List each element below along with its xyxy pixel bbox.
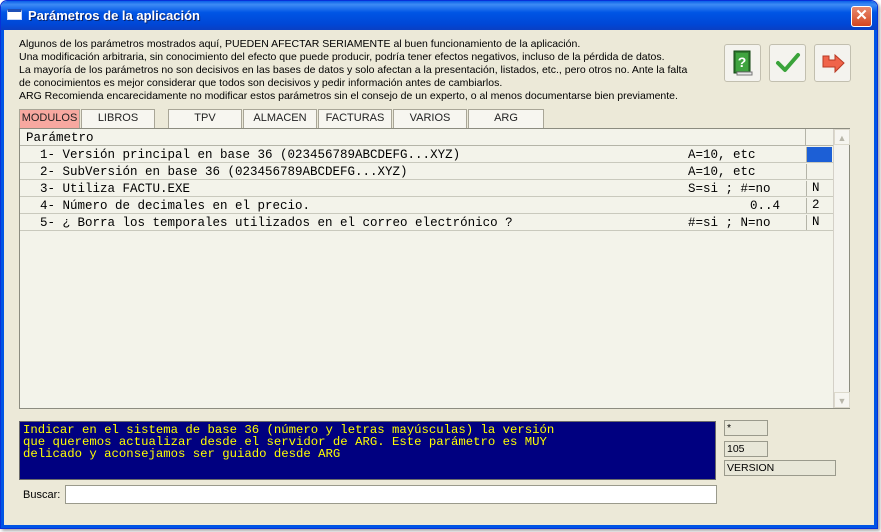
grid-header-label: Parámetro: [26, 131, 94, 145]
parameter-name-field: VERSION: [724, 460, 836, 476]
table-row[interactable]: 4- Número de decimales en el precio. 0..…: [20, 198, 833, 214]
chevron-down-icon: ▼: [837, 396, 847, 406]
tab-modulos[interactable]: MODULOS: [19, 109, 80, 128]
tab-libros[interactable]: LIBROS: [81, 109, 155, 128]
number-field: 105: [724, 441, 768, 457]
scroll-up-button[interactable]: ▲: [834, 129, 850, 145]
param-description: 4- Número de decimales en el precio.: [40, 199, 311, 213]
tab-arg[interactable]: ARG: [468, 109, 544, 128]
param-description: 3- Utiliza FACTU.EXE: [40, 182, 191, 196]
table-row[interactable]: 2- SubVersión en base 36 (023456789ABCDE…: [20, 164, 833, 180]
column-separator: [805, 129, 806, 146]
parameter-help-text: Indicar en el sistema de base 36 (número…: [19, 421, 716, 480]
close-button[interactable]: ✕: [851, 6, 872, 27]
window-title: Parámetros de la aplicación: [28, 8, 200, 23]
accept-button[interactable]: [769, 44, 806, 82]
param-range: S=si ; #=no: [688, 182, 771, 196]
tab-facturas[interactable]: FACTURAS: [318, 109, 392, 128]
frame-right: [874, 30, 877, 528]
parameters-grid: Parámetro 1- Versión principal en base 3…: [19, 128, 850, 409]
exit-button[interactable]: [814, 44, 851, 82]
tab-almacen[interactable]: ALMACEN: [243, 109, 317, 128]
scroll-down-button[interactable]: ▼: [834, 392, 850, 408]
param-range: A=10, etc: [688, 148, 756, 162]
param-range: #=si ; N=no: [688, 216, 771, 230]
param-description: 2- SubVersión en base 36 (023456789ABCDE…: [40, 165, 408, 179]
close-icon: ✕: [855, 7, 868, 24]
svg-text:?: ?: [738, 54, 747, 70]
table-row[interactable]: 5- ¿ Borra los temporales utilizados en …: [20, 215, 833, 231]
mask-field: *: [724, 420, 768, 436]
grid-header: Parámetro: [20, 129, 833, 146]
param-description: 5- ¿ Borra los temporales utilizados en …: [40, 216, 513, 230]
param-value-cell[interactable]: [806, 164, 832, 179]
warning-line: Algunos de los parámetros mostrados aquí…: [19, 38, 581, 50]
help-button[interactable]: ?: [724, 44, 761, 82]
param-value-cell[interactable]: 2: [806, 198, 832, 213]
warning-line: Una modificación arbitraria, sin conocim…: [19, 51, 665, 63]
exit-arrow-icon: [822, 53, 845, 74]
param-value-cell[interactable]: [806, 147, 832, 162]
warning-line: de conocimientos es mejor considerar que…: [19, 77, 503, 89]
search-label: Buscar:: [23, 489, 61, 501]
param-range: 0..4: [749, 199, 780, 213]
checkmark-icon: [776, 53, 800, 72]
table-row[interactable]: 3- Utiliza FACTU.EXE S=si ; #=no N: [20, 181, 833, 197]
chevron-up-icon: ▲: [837, 133, 847, 143]
param-value-cell[interactable]: N: [806, 181, 832, 196]
tab-tpv[interactable]: TPV: [168, 109, 242, 128]
param-range: A=10, etc: [688, 165, 756, 179]
vertical-scrollbar[interactable]: ▲ ▼: [833, 129, 850, 408]
warning-text: Algunos de los parámetros mostrados aquí…: [19, 38, 719, 103]
parameters-window: Parámetros de la aplicación ✕ Algunos de…: [0, 0, 878, 529]
title-bar[interactable]: Parámetros de la aplicación ✕: [1, 1, 877, 30]
help-book-icon: ?: [733, 50, 753, 76]
table-row[interactable]: 1- Versión principal en base 36 (0234567…: [20, 147, 833, 163]
frame-bottom: [1, 525, 877, 528]
frame-left: [1, 30, 4, 528]
tab-varios[interactable]: VARIOS: [393, 109, 467, 128]
param-value-cell[interactable]: N: [806, 215, 832, 230]
param-description: 1- Versión principal en base 36 (0234567…: [40, 148, 461, 162]
warning-line: La mayoría de los parámetros no son deci…: [19, 64, 688, 76]
warning-line: ARG Recomienda encarecidamente no modifi…: [19, 90, 678, 102]
search-input[interactable]: [65, 485, 717, 504]
window-icon: [7, 9, 22, 20]
